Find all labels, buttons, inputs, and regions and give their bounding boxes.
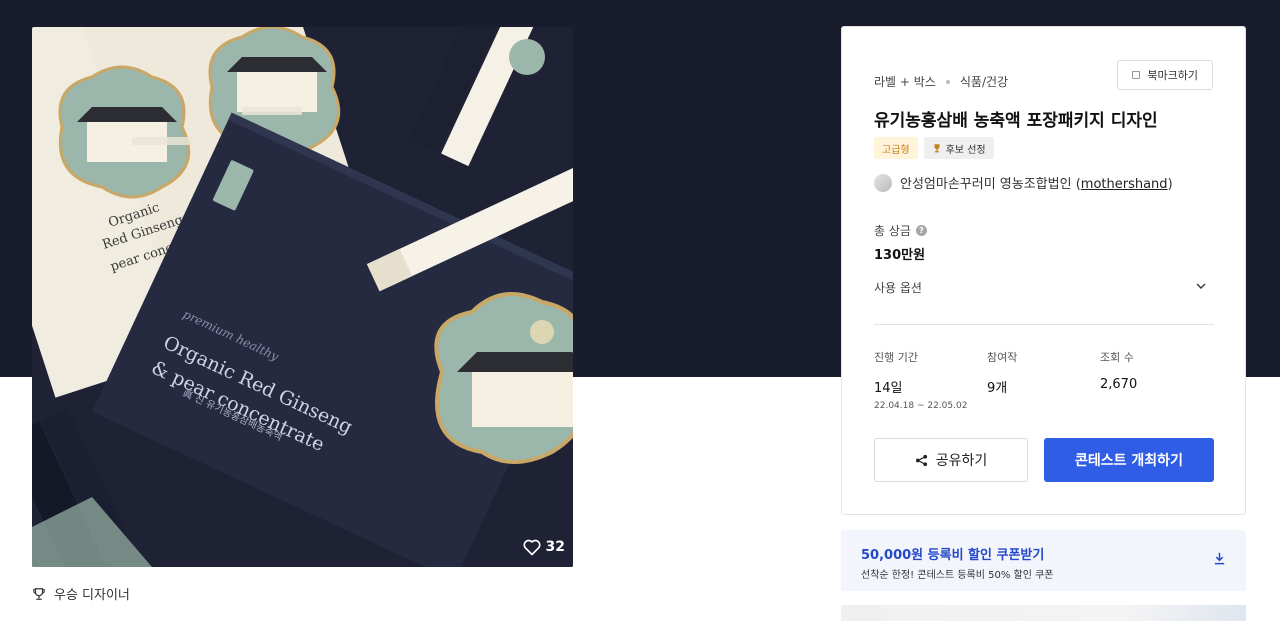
coupon-banner[interactable]: 50,000원 등록비 할인 쿠폰받기 선착순 한정! 콘테스트 등록비 50%… — [841, 530, 1246, 591]
like-counter[interactable]: 32 — [522, 537, 565, 557]
host-contest-button[interactable]: 콘테스트 개최하기 — [1044, 438, 1214, 482]
entries-value: 9개 — [987, 381, 1008, 396]
prize-label: 총 상금 ? — [874, 222, 927, 239]
premium-badge: 고급형 — [874, 137, 918, 159]
help-icon[interactable]: ? — [915, 225, 927, 236]
nominee-badge-label: 후보 선정 — [945, 144, 986, 156]
divider — [874, 324, 1214, 325]
breadcrumb-separator — [945, 79, 950, 84]
share-button[interactable]: 공유하기 — [874, 438, 1028, 482]
trophy-icon — [934, 144, 940, 153]
category-primary[interactable]: 라벨 + 박스 — [874, 73, 936, 90]
nominee-badge: 후보 선정 — [923, 137, 994, 159]
premium-badge-label: 고급형 — [882, 144, 910, 156]
category-breadcrumb: 라벨 + 박스 식품/건강 — [874, 73, 1008, 90]
client-name-close: ) — [1167, 177, 1173, 192]
share-icon — [915, 454, 927, 466]
views-value: 2,670 — [1100, 377, 1138, 392]
bookmark-label: 북마크하기 — [1147, 69, 1198, 82]
chevron-down-icon[interactable] — [1196, 281, 1206, 291]
bookmark-button[interactable]: 북마크하기 — [1117, 60, 1213, 90]
prize-label-text: 총 상금 — [874, 224, 911, 238]
promo-banner-partial[interactable] — [841, 605, 1246, 621]
client-name: 안성엄마손꾸러미 영농조합법인 ( — [900, 177, 1081, 192]
stat-views: 조회 수 2,670 — [1100, 349, 1137, 392]
usage-options-toggle[interactable]: 사용 옵션 — [874, 279, 1214, 296]
download-icon[interactable] — [1213, 552, 1226, 565]
stat-period: 진행 기간 14일 22.04.18 ~ 22.05.02 — [874, 349, 967, 411]
contest-title: 유기농홍삼배 농축액 포장패키지 디자인 — [874, 111, 1158, 131]
entries-label: 참여작 — [987, 351, 1018, 364]
stat-entries: 참여작 9개 — [987, 349, 1017, 396]
usage-options-label: 사용 옵션 — [874, 281, 922, 295]
coupon-title: 50,000원 등록비 할인 쿠폰받기 — [861, 548, 1045, 563]
period-value: 14일 — [874, 381, 903, 396]
winner-designer: 우승 디자이너 — [32, 584, 130, 603]
share-label: 공유하기 — [935, 453, 988, 469]
prize-value: 130만원 — [874, 248, 926, 263]
client-avatar — [874, 173, 892, 192]
heart-icon[interactable] — [522, 537, 542, 557]
winner-label: 우승 디자이너 — [54, 588, 130, 603]
client-info[interactable]: 안성엄마손꾸러미 영농조합법인 (mothershand) — [874, 173, 1173, 192]
bookmark-icon — [1132, 71, 1141, 79]
coupon-subtitle: 선착순 한정! 콘테스트 등록비 50% 할인 쿠폰 — [861, 570, 1054, 581]
product-image[interactable]: Organic Red Ginseng & pear concentrate p… — [32, 27, 573, 567]
badge-row: 고급형 후보 선정 — [874, 137, 994, 159]
trophy-icon — [33, 587, 45, 600]
views-label: 조회 수 — [1100, 351, 1134, 364]
like-count: 32 — [545, 539, 565, 555]
period-dates: 22.04.18 ~ 22.05.02 — [874, 401, 968, 411]
package-illustration: Organic Red Ginseng & pear concentrate p… — [32, 27, 573, 567]
client-handle-link[interactable]: mothershand — [1081, 177, 1168, 192]
period-label: 진행 기간 — [874, 351, 918, 364]
category-secondary[interactable]: 식품/건강 — [960, 73, 1008, 90]
contest-info-card: 라벨 + 박스 식품/건강 북마크하기 유기농홍삼배 농축액 포장패키지 디자인… — [841, 26, 1246, 515]
